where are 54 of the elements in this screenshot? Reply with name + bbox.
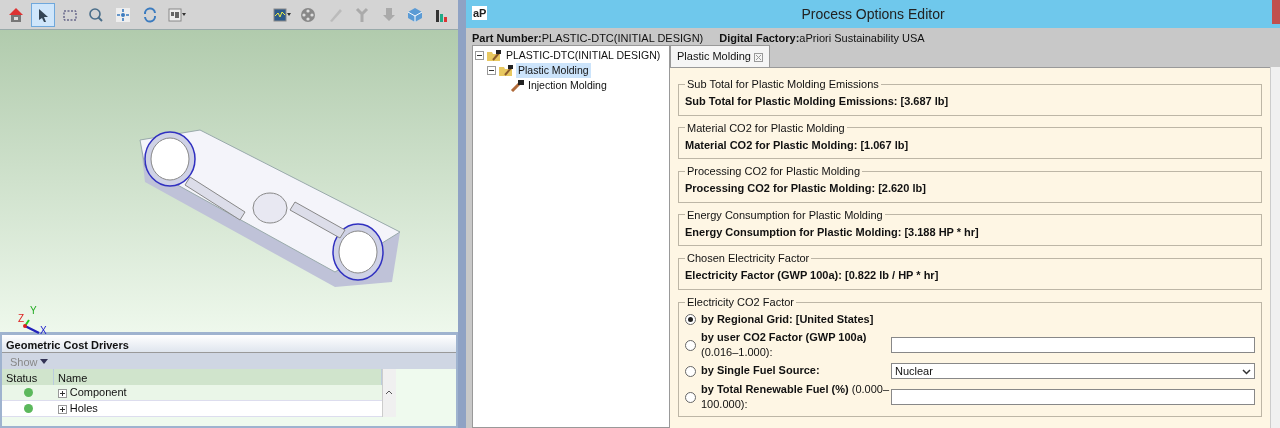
axis-label: X	[40, 326, 47, 336]
axis-label: Y	[30, 306, 37, 316]
layout-icon	[167, 5, 186, 24]
app-logo: aP	[472, 6, 488, 20]
table-cell-text: Holes	[69, 401, 98, 417]
radio-button[interactable]	[685, 391, 696, 403]
group-title: Material CO2 for Plastic Molding	[686, 121, 846, 134]
input-field[interactable]	[891, 388, 1255, 405]
sphere-icon	[299, 5, 318, 24]
fuel-dropdown[interactable]: Nuclear	[891, 362, 1255, 379]
group-title: Processing CO2 for Plastic Molding	[686, 165, 861, 178]
radio-button[interactable]	[685, 366, 696, 378]
group-title: Energy Consumption for Plastic Molding	[686, 208, 884, 221]
value-text: Sub Total for Plastic Molding Emissions: [3.687 lb]	[685, 94, 950, 110]
axis-label: Z	[18, 314, 25, 324]
window-title: Process Options Editor	[801, 4, 945, 24]
tab[interactable]: Plastic Molding	[670, 45, 770, 67]
close-icon[interactable]	[753, 52, 763, 62]
option-label: by Total Renewable Fuel (%) (0.000–100.000):	[701, 381, 891, 412]
expand-icon[interactable]	[58, 388, 67, 398]
option-label: by user CO2 Factor (GWP 100a) (0.016–1.000):	[701, 330, 868, 360]
value-text: Processing CO2 for Plastic Molding: [2.620 lb]	[685, 181, 927, 197]
part-number-text: Part Number:PLASTIC-DTC(INITIAL DESIGN)	[472, 31, 704, 43]
collapse-icon[interactable]	[487, 66, 496, 76]
folder-tool-icon	[486, 49, 502, 63]
radio-button[interactable]	[685, 314, 696, 326]
collapse-icon[interactable]	[475, 51, 484, 61]
cube-icon	[406, 5, 425, 24]
group-title: Sub Total for Plastic Molding Emissions	[686, 78, 880, 91]
option-label: by Single Fuel Source:	[701, 363, 821, 379]
value-text: Material CO2 for Plastic Molding: [1.067 lb]	[685, 137, 910, 153]
axes-icon	[22, 318, 42, 336]
folder-tool-icon	[498, 64, 514, 78]
option-label: by Regional Grid: [United States]	[701, 311, 874, 327]
table-cell-text: Component	[69, 385, 127, 401]
panel-title: Geometric Cost Drivers	[2, 335, 456, 353]
value-text: Energy Consumption for Plastic Molding: [3.188 HP * hr]	[685, 224, 980, 240]
tree-item[interactable]: PLASTIC-DTC(INITIAL DESIGN)	[504, 47, 663, 64]
hammer-icon	[510, 79, 524, 92]
tree-item[interactable]: Plastic Molding	[516, 62, 591, 79]
tree-item[interactable]: Injection Molding	[526, 77, 609, 94]
group-title: Chosen Electricity Factor	[686, 252, 811, 265]
radio-button[interactable]	[685, 340, 696, 352]
pointer-tool-button[interactable]	[30, 2, 55, 27]
value-text: Electricity Factor (GWP 100a): [0.822 lb / HP * hr]	[685, 268, 940, 284]
chart-image-icon	[272, 5, 291, 24]
input-field[interactable]	[891, 336, 1255, 353]
digital-factory-text: Digital Factory:aPriori Sustainability USA	[719, 31, 925, 43]
fit-view-icon	[114, 5, 132, 24]
chevron-icon	[1242, 368, 1251, 375]
expand-icon[interactable]	[58, 404, 67, 414]
caret-icon	[40, 359, 49, 366]
group-title: Electricity CO2 Factor	[686, 295, 795, 309]
home-icon	[7, 5, 25, 24]
